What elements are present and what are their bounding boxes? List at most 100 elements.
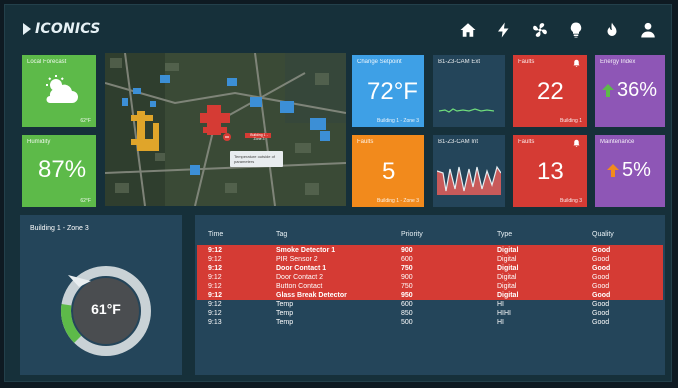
cell-time: 9:12 — [208, 310, 222, 317]
cell-time: 9:13 — [208, 319, 222, 326]
cell-type: Digital — [497, 292, 519, 299]
local-forecast-temp: 62°F — [80, 118, 91, 124]
faults-tile-building-3[interactable]: Faults 13 Building 3 — [513, 135, 587, 207]
local-forecast-label: Local Forecast — [27, 59, 67, 65]
table-row[interactable]: 9:12 Temp 850 HIHI Good — [197, 309, 663, 318]
campus-map[interactable]: Temperature outside of parameters Buildi… — [105, 53, 346, 206]
cam-ext-sparkline — [439, 101, 494, 119]
header-priority[interactable]: Priority — [390, 231, 486, 238]
header-time[interactable]: Time — [197, 231, 265, 238]
faults-tile-building-1[interactable]: Faults 22 Building 1 — [513, 55, 587, 127]
cell-quality: Good — [592, 247, 611, 254]
bell-icon — [572, 139, 581, 148]
energy-index-tile[interactable]: Energy Index 36% — [595, 55, 665, 127]
table-row[interactable]: 9:12 Door Contact 1 750 Digital Good — [197, 264, 663, 273]
cell-priority: 600 — [401, 301, 413, 308]
cell-type: Digital — [497, 274, 517, 281]
cell-quality: Good — [592, 292, 611, 299]
faults-3-value: 13 — [537, 158, 564, 185]
cell-priority: 900 — [401, 247, 413, 254]
cell-type: HIHI — [497, 310, 511, 317]
cell-priority: 500 — [401, 319, 413, 326]
dashboard-frame: ICONICS Local Forecast 62°F Humidity 87%… — [4, 4, 672, 382]
cell-quality: Good — [592, 265, 611, 272]
lightbulb-icon[interactable] — [567, 21, 585, 39]
cam-int-tile[interactable]: B1-Z3-CAM Int — [433, 135, 505, 207]
faults-1-location: Building 1 — [560, 118, 582, 124]
arrow-up-icon — [607, 164, 619, 177]
iconics-logo: ICONICS — [23, 21, 101, 37]
cell-type: HI — [497, 301, 504, 308]
cam-ext-label: B1-Z3-CAM Ext — [438, 59, 481, 65]
table-row[interactable]: 9:12 PIR Sensor 2 600 Digital Good — [197, 255, 663, 264]
cell-type: HI — [497, 319, 504, 326]
building-panel-title: Building 1 - Zone 3 — [30, 225, 89, 232]
cell-priority: 750 — [401, 283, 413, 290]
table-row[interactable]: 9:12 Door Contact 2 900 Digital Good — [197, 273, 663, 282]
cell-tag: PIR Sensor 2 — [276, 256, 318, 263]
cell-quality: Good — [592, 319, 610, 326]
cell-tag: Door Contact 1 — [276, 265, 327, 272]
faults-2-label: Faults — [357, 139, 374, 145]
cell-time: 9:12 — [208, 292, 223, 299]
table-row[interactable]: 9:12 Button Contact 750 Digital Good — [197, 282, 663, 291]
partly-cloudy-icon — [40, 74, 80, 106]
faults-1-value: 22 — [537, 78, 564, 105]
map-zone-label: Building 1 - Zone 3 — [250, 133, 268, 141]
table-row[interactable]: 9:12 Glass Break Detector 950 Digital Good — [197, 291, 663, 300]
cell-priority: 850 — [401, 310, 413, 317]
top-bar: ICONICS — [5, 5, 671, 53]
local-forecast-tile[interactable]: Local Forecast 62°F — [22, 55, 96, 127]
faults-3-location: Building 3 — [560, 198, 582, 204]
building-zone-panel[interactable]: Building 1 - Zone 3 61°F — [20, 215, 182, 375]
table-row[interactable]: 9:12 Smoke Detector 1 900 Digital Good — [197, 246, 663, 255]
cell-quality: Good — [592, 301, 610, 308]
logo-text: ICONICS — [35, 21, 101, 37]
faults-2-location: Building 1 - Zone 3 — [377, 198, 419, 204]
maintenance-value: 5% — [622, 159, 651, 181]
arrow-up-icon — [602, 84, 614, 97]
cell-time: 9:12 — [208, 274, 222, 281]
bell-icon — [572, 59, 581, 68]
cell-priority: 750 — [401, 265, 413, 272]
map-alert-tooltip: Temperature outside of parameters — [230, 151, 283, 167]
cell-tag: Button Contact — [276, 283, 323, 290]
table-row[interactable]: 9:13 Temp 500 HI Good — [197, 318, 663, 327]
cell-priority: 900 — [401, 274, 413, 281]
flame-icon[interactable] — [603, 21, 621, 39]
cell-time: 9:12 — [208, 283, 222, 290]
bolt-icon[interactable] — [495, 21, 513, 39]
cell-tag: Smoke Detector 1 — [276, 247, 336, 254]
alarm-table: Time Tag Priority Type Quality 9:12 Smoke… — [197, 226, 663, 327]
cell-tag: Temp — [276, 319, 294, 326]
cell-priority: 600 — [401, 256, 413, 263]
temperature-value: 61°F — [91, 301, 121, 317]
home-icon[interactable] — [459, 21, 477, 39]
table-row[interactable]: 9:12 Temp 600 HI Good — [197, 300, 663, 309]
energy-index-value: 36% — [617, 79, 658, 101]
cell-tag: Door Contact 2 — [276, 274, 324, 281]
cell-quality: Good — [592, 283, 610, 290]
top-nav — [459, 21, 657, 39]
cell-quality: Good — [592, 256, 610, 263]
cam-ext-tile[interactable]: B1-Z3-CAM Ext — [433, 55, 505, 127]
cell-quality: Good — [592, 310, 610, 317]
header-tag[interactable]: Tag — [265, 231, 390, 238]
cell-priority: 950 — [401, 292, 413, 299]
user-icon[interactable] — [639, 21, 657, 39]
humidity-tile[interactable]: Humidity 87% 62°F — [22, 135, 96, 207]
maintenance-value-wrap: 5% — [607, 160, 651, 180]
fan-icon[interactable] — [531, 21, 549, 39]
energy-index-label: Energy Index — [600, 59, 636, 65]
cell-time: 9:12 — [208, 256, 222, 263]
cell-type: Digital — [497, 256, 517, 263]
maintenance-tile[interactable]: Maintenance 5% — [595, 135, 665, 207]
alarm-table-body: 9:12 Smoke Detector 1 900 Digital Good 9:12 PI… — [197, 245, 663, 327]
maintenance-label: Maintenance — [600, 139, 635, 145]
energy-index-value-wrap: 36% — [602, 80, 657, 100]
faults-tile-zone-3[interactable]: Faults 5 Building 1 - Zone 3 — [352, 135, 424, 207]
cam-int-label: B1-Z3-CAM Int — [438, 139, 479, 145]
change-setpoint-tile[interactable]: Change Setpoint 72°F Building 1 - Zone 3 — [352, 55, 424, 127]
header-quality[interactable]: Quality — [581, 231, 663, 238]
header-type[interactable]: Type — [486, 231, 581, 238]
